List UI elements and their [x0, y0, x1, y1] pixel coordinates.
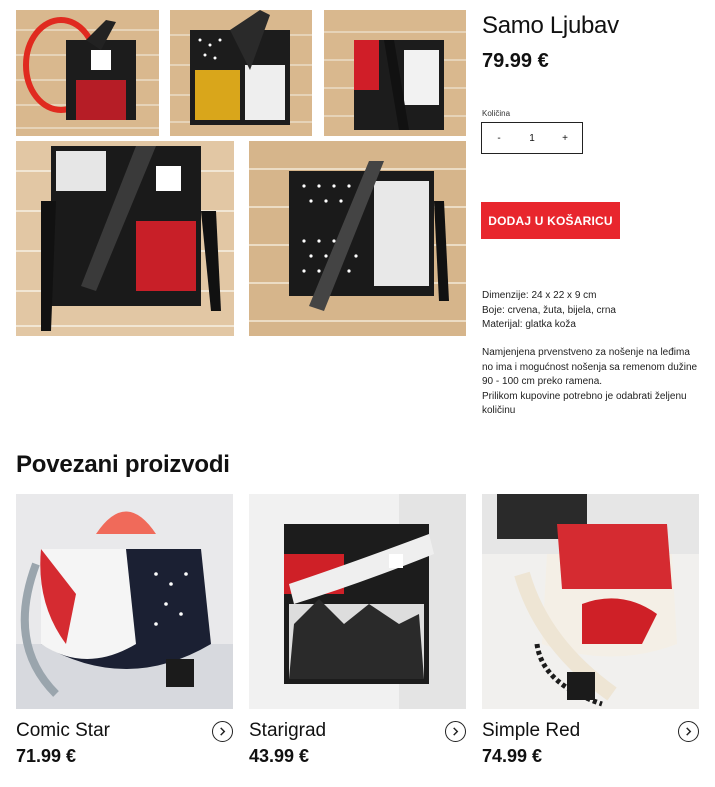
- chevron-right-icon[interactable]: [212, 721, 233, 742]
- related-product-card[interactable]: Comic Star 71.99 €: [16, 494, 233, 766]
- description-line: no ima i mogućnost nošenja sa remenom du…: [482, 361, 698, 373]
- product-price: 79.99 €: [482, 50, 549, 72]
- related-product-image[interactable]: [249, 494, 466, 709]
- related-product-price: 74.99 €: [482, 746, 543, 766]
- gallery-image-1[interactable]: [16, 10, 159, 136]
- quantity-label: Količina: [482, 109, 511, 118]
- related-product-price: 71.99 €: [16, 746, 77, 766]
- product-title: Samo Ljubav: [482, 12, 619, 39]
- related-product-name[interactable]: Comic Star: [16, 720, 110, 742]
- related-product-price: 43.99 €: [249, 746, 310, 766]
- quantity-value[interactable]: 1: [529, 133, 535, 144]
- gallery-image-5[interactable]: [249, 141, 466, 336]
- gallery-image-3[interactable]: [324, 10, 466, 136]
- add-to-cart-button[interactable]: DODAJ U KOŠARICU: [481, 202, 620, 239]
- description-line: Prilikom kupovine potrebno je odabrati ž…: [482, 390, 687, 402]
- related-product-image[interactable]: [482, 494, 699, 709]
- description-line: količinu: [482, 405, 516, 416]
- related-product-name[interactable]: Simple Red: [482, 720, 580, 742]
- description-line: Namjenjena prvenstveno za nošenje na leđ…: [482, 347, 690, 358]
- quantity-decrement-button[interactable]: -: [494, 133, 504, 144]
- description-line: 90 - 100 cm preko ramena.: [482, 376, 603, 387]
- product-specs: Dimenzije: 24 x 22 x 9 cm Boje: crvena, …: [482, 289, 616, 333]
- related-products-title: Povezani proizvodi: [16, 451, 230, 478]
- spec-dimensions: Dimenzije: 24 x 22 x 9 cm: [482, 290, 597, 301]
- related-product-name[interactable]: Starigrad: [249, 720, 326, 742]
- gallery-image-2[interactable]: [170, 10, 312, 136]
- spec-colors: Boje: crvena, žuta, bijela, crna: [482, 304, 616, 316]
- quantity-increment-button[interactable]: +: [560, 133, 570, 144]
- related-product-card[interactable]: Starigrad 43.99 €: [249, 494, 466, 766]
- product-description: Namjenjena prvenstveno za nošenje na leđ…: [482, 346, 702, 419]
- quantity-stepper: - 1 +: [481, 122, 583, 154]
- spec-material: Materijal: glatka koža: [482, 319, 576, 330]
- chevron-right-icon[interactable]: [678, 721, 699, 742]
- related-product-card[interactable]: Simple Red 74.99 €: [482, 494, 699, 766]
- gallery-image-4[interactable]: [16, 141, 234, 336]
- related-product-image[interactable]: [16, 494, 233, 709]
- chevron-right-icon[interactable]: [445, 721, 466, 742]
